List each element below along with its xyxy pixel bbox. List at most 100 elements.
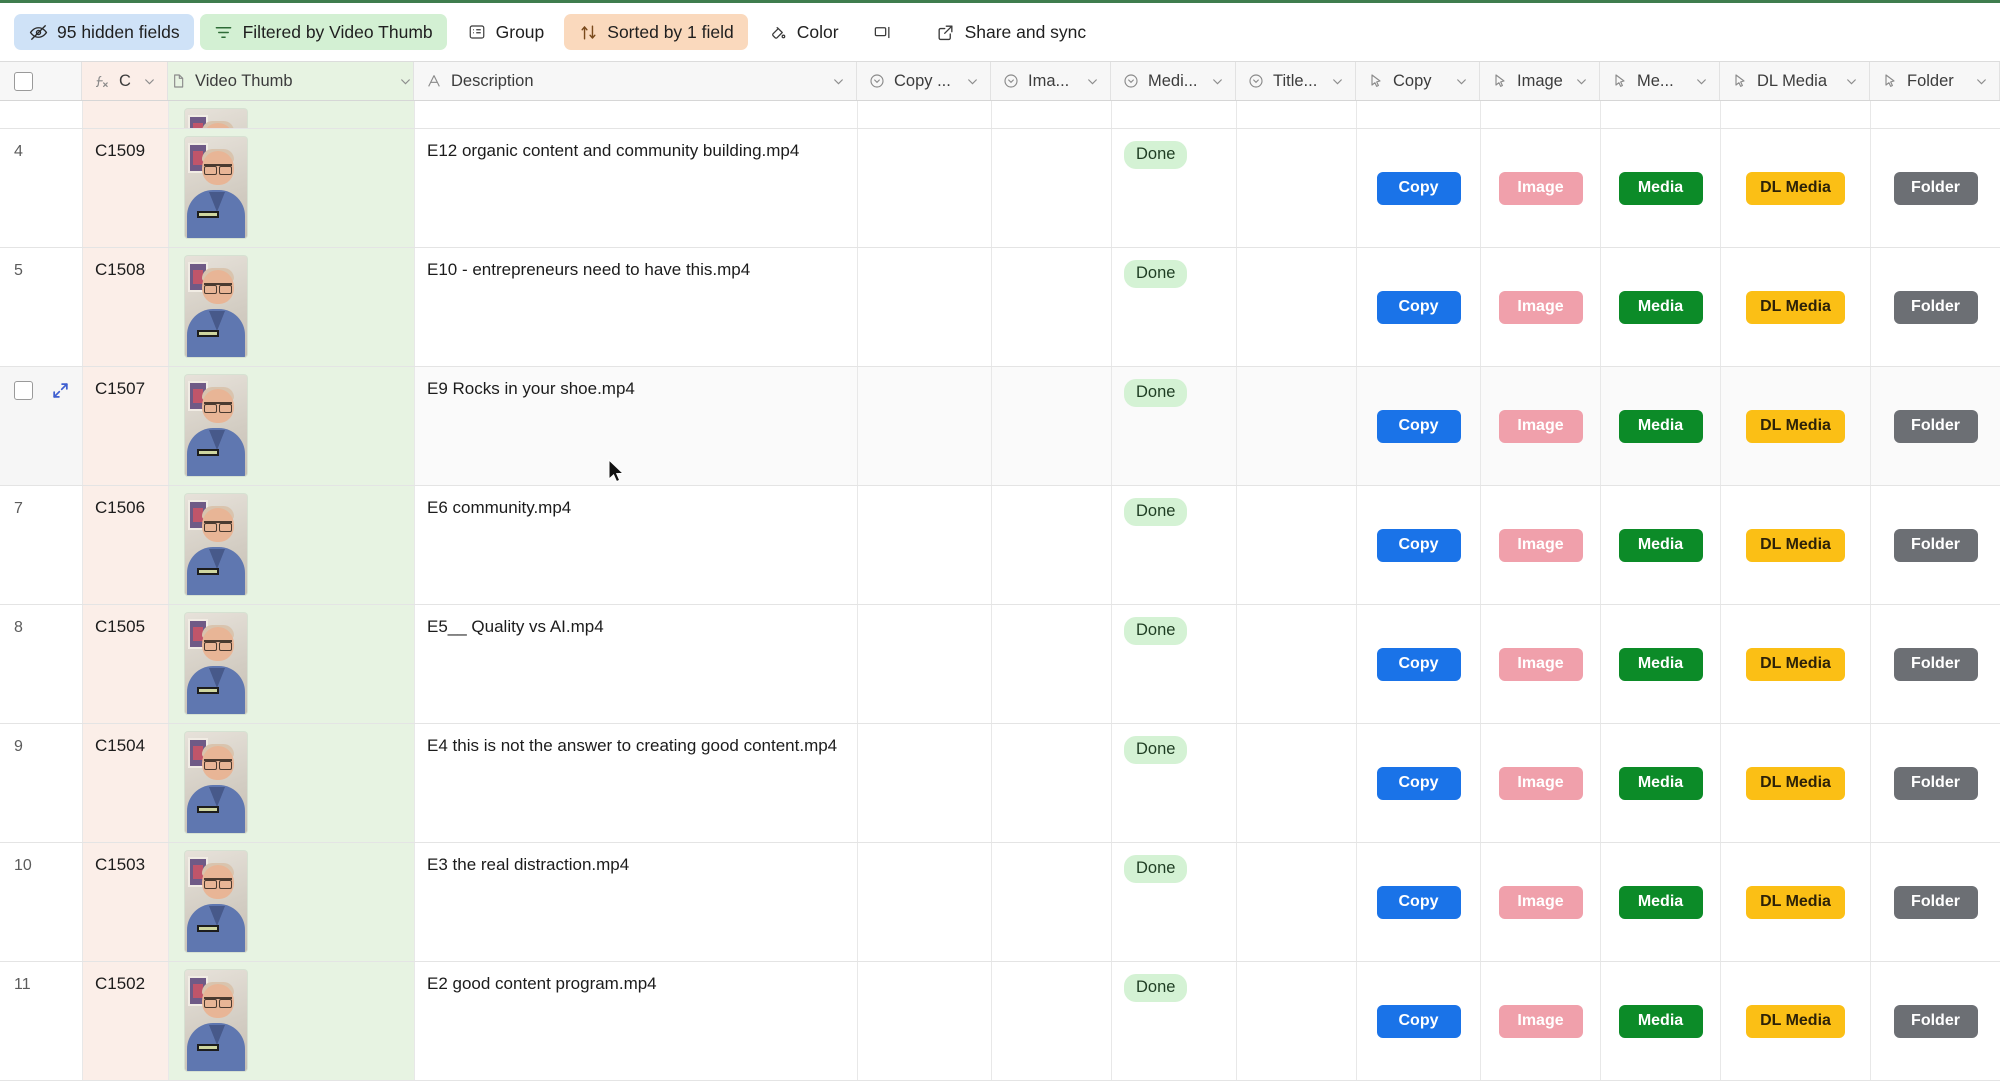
title-status-cell[interactable]	[1237, 486, 1357, 604]
image-status-cell[interactable]	[992, 248, 1112, 366]
media-button-cell[interactable]: Media	[1601, 486, 1721, 604]
media-button[interactable]: Media	[1619, 1005, 1703, 1038]
media-status-cell[interactable]: Done	[1112, 129, 1237, 247]
column-header-code[interactable]: C...	[82, 62, 168, 100]
media-status-cell[interactable]: Done	[1112, 962, 1237, 1080]
video-thumbnail-wrap[interactable]	[169, 843, 414, 952]
column-header-video-thumb[interactable]: Video Thumb	[168, 62, 414, 100]
column-header-copy-button[interactable]: Copy	[1356, 62, 1480, 100]
table-row[interactable]: C1507E9 Rocks in your shoe.mp4DoneCopyIm…	[0, 367, 2000, 486]
image-status-cell[interactable]	[992, 962, 1112, 1080]
video-thumbnail-wrap[interactable]	[169, 486, 414, 595]
thumb-cell[interactable]	[169, 843, 415, 961]
hidden-fields-button[interactable]: 95 hidden fields	[14, 14, 194, 50]
video-thumbnail[interactable]	[185, 970, 247, 1071]
image-status-cell[interactable]	[992, 367, 1112, 485]
chevron-down-icon[interactable]	[1329, 75, 1345, 88]
copy-button-cell[interactable]: Copy	[1357, 962, 1481, 1080]
image-button[interactable]: Image	[1499, 291, 1583, 324]
title-status-cell[interactable]	[1237, 101, 1357, 128]
folder-button[interactable]: Folder	[1894, 648, 1978, 681]
row-number-cell[interactable]: 5	[0, 248, 83, 366]
dl-media-button[interactable]: DL Media	[1746, 172, 1845, 205]
media-status-cell[interactable]: Done	[1112, 248, 1237, 366]
dl-media-button-cell[interactable]: DL Media	[1721, 724, 1871, 842]
folder-button-cell[interactable]: Folder	[1871, 367, 2000, 485]
filter-button[interactable]: Filtered by Video Thumb	[200, 14, 447, 50]
video-thumbnail-wrap[interactable]	[169, 367, 414, 476]
column-header-image-button[interactable]: Image	[1480, 62, 1600, 100]
chevron-down-icon[interactable]	[397, 75, 413, 88]
video-thumbnail-wrap[interactable]	[169, 248, 414, 357]
column-header-description[interactable]: Description	[414, 62, 857, 100]
title-status-cell[interactable]	[1237, 367, 1357, 485]
media-button-cell[interactable]: Media	[1601, 724, 1721, 842]
title-status-cell[interactable]	[1237, 248, 1357, 366]
image-button[interactable]: Image	[1499, 767, 1583, 800]
dl-media-button-cell[interactable]: DL Media	[1721, 605, 1871, 723]
media-button[interactable]: Media	[1619, 648, 1703, 681]
code-cell[interactable]: C1509	[83, 129, 169, 247]
copy-button-cell[interactable]: Copy	[1357, 486, 1481, 604]
image-button-cell[interactable]: Image	[1481, 962, 1601, 1080]
media-button[interactable]: Media	[1619, 172, 1703, 205]
copy-status-cell[interactable]	[858, 248, 992, 366]
copy-button[interactable]: Copy	[1377, 1005, 1461, 1038]
chevron-down-icon[interactable]	[141, 75, 157, 88]
copy-status-cell[interactable]	[858, 486, 992, 604]
dl-media-button-cell[interactable]: DL Media	[1721, 962, 1871, 1080]
folder-button-cell[interactable]: Folder	[1871, 724, 2000, 842]
column-header-image-status[interactable]: Ima...	[991, 62, 1111, 100]
chevron-down-icon[interactable]	[964, 75, 980, 88]
dl-media-button[interactable]: DL Media	[1746, 291, 1845, 324]
folder-button[interactable]: Folder	[1894, 886, 1978, 919]
media-button-cell[interactable]: Media	[1601, 843, 1721, 961]
video-thumbnail-wrap[interactable]	[169, 962, 414, 1071]
copy-button-cell[interactable]: Copy	[1357, 367, 1481, 485]
media-button-cell[interactable]: Media	[1601, 129, 1721, 247]
code-cell[interactable]: C1507	[83, 367, 169, 485]
dl-media-button-cell[interactable]: DL Media	[1721, 843, 1871, 961]
image-button-cell[interactable]: Image	[1481, 605, 1601, 723]
description-cell[interactable]: E5__ Quality vs AI.mp4	[415, 605, 858, 723]
copy-button[interactable]: Copy	[1377, 767, 1461, 800]
copy-button-cell[interactable]: Copy	[1357, 129, 1481, 247]
table-row[interactable]: 10C1503E3 the real distraction.mp4DoneCo…	[0, 843, 2000, 962]
image-button-cell[interactable]: Image	[1481, 367, 1601, 485]
copy-button-cell[interactable]: Copy	[1357, 843, 1481, 961]
copy-button[interactable]: Copy	[1377, 648, 1461, 681]
media-status-cell[interactable]: Done	[1112, 724, 1237, 842]
video-thumbnail-wrap[interactable]	[169, 129, 414, 238]
folder-button-cell[interactable]: Folder	[1871, 248, 2000, 366]
copy-button-cell[interactable]	[1357, 101, 1481, 128]
image-button-cell[interactable]: Image	[1481, 248, 1601, 366]
video-thumbnail[interactable]	[185, 494, 247, 595]
media-button[interactable]: Media	[1619, 291, 1703, 324]
folder-button[interactable]: Folder	[1894, 172, 1978, 205]
description-cell[interactable]: E4 this is not the answer to creating go…	[415, 724, 858, 842]
row-number-cell[interactable]: 7	[0, 486, 83, 604]
chevron-down-icon[interactable]	[1453, 75, 1469, 88]
video-thumbnail[interactable]	[185, 375, 247, 476]
image-button[interactable]: Image	[1499, 1005, 1583, 1038]
image-button-cell[interactable]: Image	[1481, 843, 1601, 961]
video-thumbnail[interactable]	[185, 256, 247, 357]
group-button[interactable]: Group	[453, 14, 559, 50]
thumb-cell[interactable]	[169, 724, 415, 842]
column-header-media-button[interactable]: Me...	[1600, 62, 1720, 100]
media-button[interactable]: Media	[1619, 410, 1703, 443]
description-cell[interactable]: E12 organic content and community buildi…	[415, 129, 858, 247]
thumb-cell[interactable]	[169, 486, 415, 604]
chevron-down-icon[interactable]	[1693, 75, 1709, 88]
copy-button[interactable]: Copy	[1377, 172, 1461, 205]
dl-media-button[interactable]: DL Media	[1746, 529, 1845, 562]
image-status-cell[interactable]	[992, 101, 1112, 128]
copy-button-cell[interactable]: Copy	[1357, 248, 1481, 366]
share-and-sync-button[interactable]: Share and sync	[922, 14, 1101, 50]
video-thumbnail[interactable]	[185, 732, 247, 833]
media-status-cell[interactable]: Done	[1112, 486, 1237, 604]
media-status-cell[interactable]: Done	[1112, 367, 1237, 485]
folder-button[interactable]: Folder	[1894, 529, 1978, 562]
video-thumbnail[interactable]	[185, 613, 247, 714]
code-cell[interactable]: C1508	[83, 248, 169, 366]
